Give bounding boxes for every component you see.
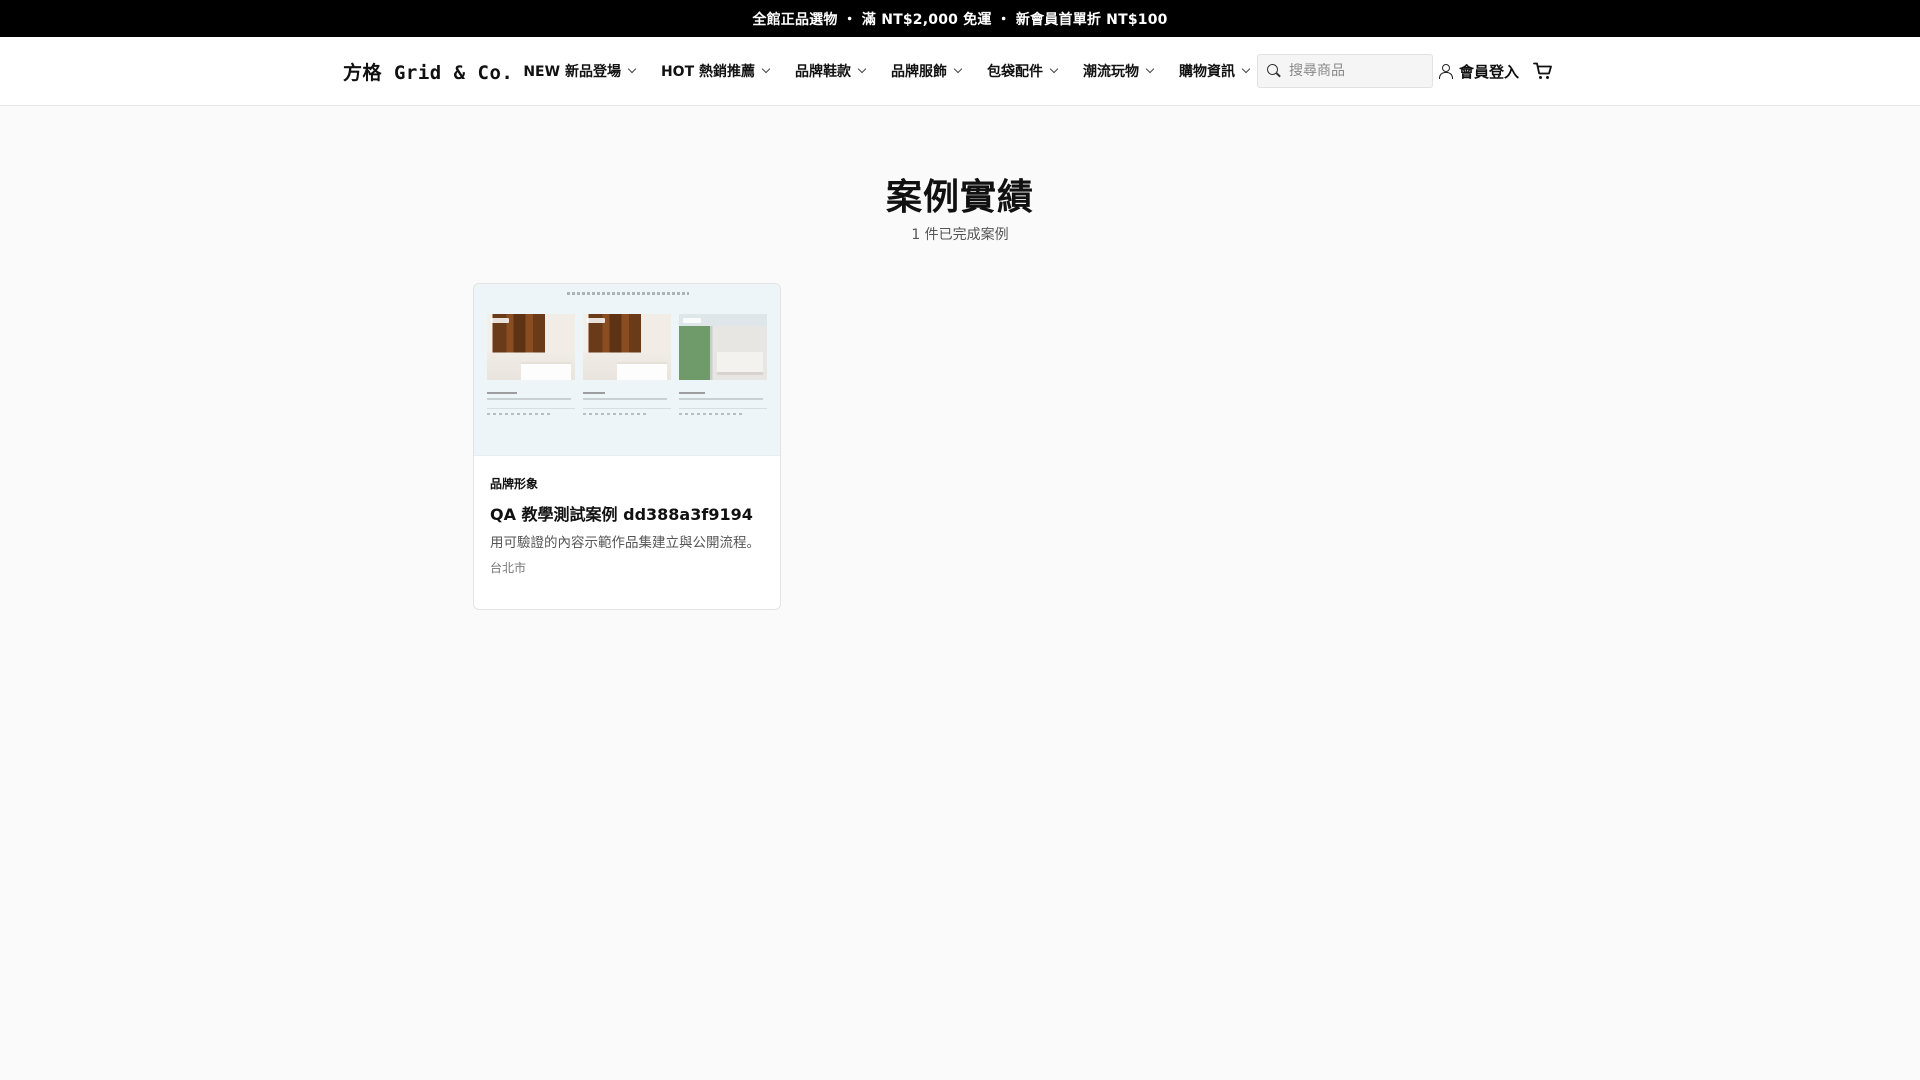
nav-item-apparel[interactable]: 品牌服飾	[891, 61, 963, 81]
nav-item-hot[interactable]: HOT 熱銷推薦	[660, 61, 771, 81]
nav-item-label: NEW 新品登場	[523, 64, 621, 80]
thumbnail-column	[487, 314, 575, 415]
nav-item-label: 潮流玩物	[1083, 64, 1139, 80]
chevron-down-icon	[627, 64, 637, 74]
case-thumbnail	[474, 284, 780, 456]
chevron-down-icon	[857, 64, 867, 74]
nav-item-label: 品牌鞋款	[795, 64, 851, 80]
search-icon	[1267, 64, 1281, 78]
main-content: 案例實績 1 件已完成案例 品牌形象 QA 教學測試案例 dd388a3f919…	[0, 106, 1920, 1080]
site-header: 方格 Grid & Co. NEW 新品登場 HOT 熱銷推薦 品牌鞋款 品牌服…	[0, 37, 1920, 106]
case-count: 1 件已完成案例	[911, 227, 1009, 243]
nav-item-bags[interactable]: 包袋配件	[987, 61, 1059, 81]
chevron-down-icon	[1049, 64, 1059, 74]
user-icon	[1439, 64, 1453, 79]
case-description: 用可驗證的內容示範作品集建立與公開流程。	[490, 535, 760, 551]
chevron-down-icon	[761, 64, 771, 74]
search-box[interactable]	[1257, 54, 1433, 88]
nav-item-label: 購物資訊	[1179, 64, 1235, 80]
thumbnail-header-text	[567, 292, 689, 295]
header-inner: 方格 Grid & Co. NEW 新品登場 HOT 熱銷推薦 品牌鞋款 品牌服…	[343, 37, 1573, 105]
chevron-down-icon	[953, 64, 963, 74]
thumbnail-room-image	[583, 314, 671, 380]
page-title: 案例實績	[885, 177, 1034, 218]
chevron-down-icon	[1241, 64, 1251, 74]
announcement-bar: 全館正品選物 ・ 滿 NT$2,000 免運 ・ 新會員首單折 NT$100	[0, 0, 1920, 37]
nav-item-label: 品牌服飾	[891, 64, 947, 80]
nav-item-new[interactable]: NEW 新品登場	[523, 61, 637, 81]
case-title[interactable]: QA 教學測試案例 dd388a3f9194	[490, 501, 764, 525]
nav-item-label: 包袋配件	[987, 64, 1043, 80]
thumbnail-room-image	[679, 314, 767, 380]
chevron-down-icon	[1145, 64, 1155, 74]
site-logo[interactable]: 方格 Grid & Co.	[343, 58, 513, 85]
main-nav: NEW 新品登場 HOT 熱銷推薦 品牌鞋款 品牌服飾 包袋配件 潮流玩物 購物…	[523, 37, 1257, 105]
thumbnail-column	[679, 314, 767, 415]
thumbnail-column	[583, 314, 671, 415]
nav-item-toys[interactable]: 潮流玩物	[1083, 61, 1155, 81]
nav-item-shopping-info[interactable]: 購物資訊	[1179, 61, 1251, 81]
case-card[interactable]: 品牌形象 QA 教學測試案例 dd388a3f9194 用可驗證的內容示範作品集…	[473, 283, 781, 610]
search-input[interactable]	[1289, 63, 1419, 79]
nav-item-shoes[interactable]: 品牌鞋款	[795, 61, 867, 81]
announcement-text: 全館正品選物 ・ 滿 NT$2,000 免運 ・ 新會員首單折 NT$100	[752, 11, 1168, 28]
login-label: 會員登入	[1459, 62, 1520, 81]
nav-item-label: HOT 熱銷推薦	[660, 64, 755, 80]
case-card-body: 品牌形象 QA 教學測試案例 dd388a3f9194 用可驗證的內容示範作品集…	[474, 456, 780, 576]
cart-icon[interactable]	[1533, 61, 1553, 81]
thumbnail-room-image	[487, 314, 575, 380]
case-category: 品牌形象	[490, 477, 539, 491]
login-button[interactable]: 會員登入	[1439, 61, 1519, 82]
case-location: 台北市	[490, 561, 527, 575]
